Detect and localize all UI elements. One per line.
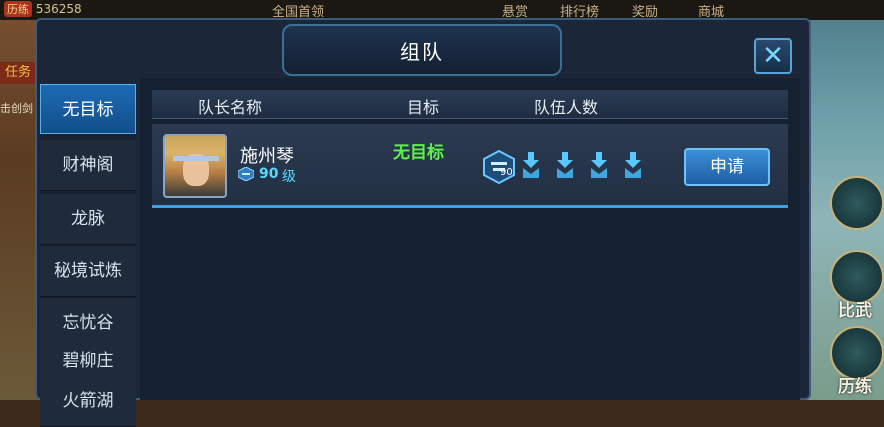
empty-slot-icon bbox=[523, 152, 539, 178]
tab-huojian-lake[interactable]: 火箭湖 bbox=[40, 376, 136, 427]
currency-seal: 历练 bbox=[4, 1, 32, 17]
tab-no-target[interactable]: 无目标 bbox=[40, 84, 136, 134]
avatar-headband bbox=[173, 156, 219, 161]
table-header: 队长名称 目标 队伍人数 bbox=[152, 90, 788, 119]
level-icon bbox=[238, 167, 254, 181]
tab-dragon-vein[interactable]: 龙脉 bbox=[40, 194, 136, 245]
leader-name: 施州琴 bbox=[240, 146, 294, 167]
leader-level-unit: 级 bbox=[282, 169, 296, 185]
leader-avatar bbox=[163, 134, 227, 198]
quest-text: 击创剑 bbox=[0, 102, 33, 115]
team-target: 无目标 bbox=[393, 143, 444, 163]
header-leader: 队长名称 bbox=[198, 98, 263, 117]
empty-slot-icon bbox=[625, 152, 641, 178]
target-tabs: 无目标 财神阁 龙脉 秘境试炼 忘忧谷 碧柳庄 火箭湖 bbox=[40, 84, 136, 427]
leader-member-level: 90 bbox=[500, 167, 513, 178]
apply-button[interactable]: 申请 bbox=[684, 148, 770, 186]
arena-label: 比武 bbox=[838, 301, 872, 321]
header-target: 目标 bbox=[407, 98, 440, 117]
top-bar: 历练 536258 全国首领 悬赏 排行榜 奖励 商城 bbox=[0, 0, 884, 20]
empty-slot-icon bbox=[591, 152, 607, 178]
currency-display: 历练 536258 bbox=[4, 1, 82, 17]
right-hud-button-1[interactable] bbox=[830, 176, 884, 230]
empty-slot-icon bbox=[557, 152, 573, 178]
currency-value: 536258 bbox=[35, 2, 82, 16]
header-members: 队伍人数 bbox=[534, 98, 599, 117]
tab-secret-trial[interactable]: 秘境试炼 bbox=[40, 246, 136, 297]
scene-left-edge bbox=[0, 0, 40, 400]
close-button[interactable]: ✕ bbox=[754, 38, 792, 74]
tab-caishen-pavilion[interactable]: 财神阁 bbox=[40, 140, 136, 191]
leader-level: 90 bbox=[259, 166, 279, 182]
quest-badge[interactable]: 任务 bbox=[0, 62, 36, 84]
training-label: 历练 bbox=[838, 377, 872, 397]
panel-title: 组队 bbox=[400, 40, 444, 64]
